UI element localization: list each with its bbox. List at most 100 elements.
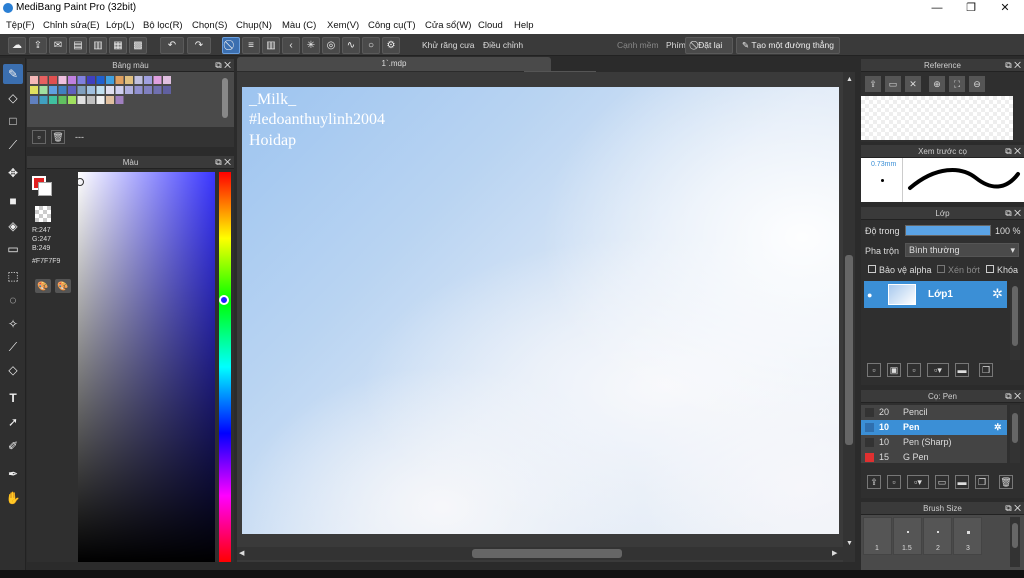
- new-brush-icon[interactable]: ▫: [887, 475, 901, 489]
- panel-close-icon[interactable]: ⧉ ✕: [1005, 502, 1021, 515]
- cross-snap-icon[interactable]: ▥: [262, 37, 280, 54]
- page-icon[interactable]: ▦: [109, 37, 127, 54]
- ellipse-snap-icon[interactable]: ○: [362, 37, 380, 54]
- straight-line-button[interactable]: ✎ Tạo một đường thẳng: [736, 37, 840, 54]
- gradient-tool-icon[interactable]: ▭: [3, 239, 23, 259]
- visibility-icon[interactable]: ●: [867, 290, 872, 300]
- reference-image[interactable]: [861, 96, 1013, 140]
- menu-filter[interactable]: Bộ lọc(R): [143, 20, 183, 31]
- palette-swatch[interactable]: [144, 76, 152, 84]
- palette-swatch[interactable]: [87, 96, 95, 104]
- palette-swatch[interactable]: [39, 86, 48, 94]
- new-layer-icon[interactable]: ▫: [867, 363, 881, 377]
- select-tool-icon[interactable]: ⬚: [3, 266, 23, 286]
- brush-item[interactable]: 15 G Pen: [861, 450, 1007, 463]
- line-tool-icon[interactable]: ⟋: [3, 135, 23, 155]
- drawing-canvas[interactable]: _Milk_ #ledoanthuylinh2004 Hoidap: [242, 87, 839, 534]
- scroll-up-icon[interactable]: ▲: [846, 76, 853, 83]
- palette-swatch[interactable]: [68, 86, 76, 94]
- transparent-color-swatch[interactable]: [35, 206, 51, 222]
- new-halftone-layer-icon[interactable]: ▣: [887, 363, 901, 377]
- palette-swatch[interactable]: [163, 86, 171, 94]
- gear-icon[interactable]: ✲: [994, 420, 1002, 435]
- parallel-snap-icon[interactable]: ≡: [242, 37, 260, 54]
- palette-swatch[interactable]: [134, 76, 143, 84]
- scroll-thumb[interactable]: [845, 255, 853, 445]
- radial-snap-icon[interactable]: ✳: [302, 37, 320, 54]
- document-icon[interactable]: ▥: [89, 37, 107, 54]
- palette-swatch[interactable]: [115, 86, 124, 94]
- horizontal-scrollbar[interactable]: ◀ ▶: [237, 547, 843, 560]
- palette-swatch[interactable]: [77, 96, 86, 104]
- palette-swatch[interactable]: [87, 86, 95, 94]
- magic-wand-tool-icon[interactable]: ✧: [3, 314, 23, 334]
- redo-icon[interactable]: ↷: [187, 37, 211, 54]
- palette-swatch[interactable]: [58, 96, 67, 104]
- text-tool-icon[interactable]: T: [3, 388, 23, 408]
- trash-icon[interactable]: 🗑: [999, 475, 1013, 489]
- hue-handle[interactable]: [219, 295, 229, 305]
- reset-button[interactable]: ⃠ Đặt lại: [685, 37, 733, 54]
- new-palette-icon[interactable]: ▫: [32, 130, 46, 144]
- operation-tool-icon[interactable]: ➚: [3, 412, 23, 432]
- eraser-tool-icon[interactable]: ◇: [3, 88, 23, 108]
- panel-close-icon[interactable]: ⧉ ✕: [1005, 145, 1021, 158]
- panel-close-icon[interactable]: ⧉ ✕: [1005, 207, 1021, 220]
- brush-tool-icon[interactable]: ✎: [3, 64, 23, 84]
- palette-swatch[interactable]: [144, 86, 152, 94]
- lasso-tool-icon[interactable]: ◌: [3, 290, 23, 310]
- palette-swatches[interactable]: [27, 72, 234, 127]
- menu-select[interactable]: Chọn(S): [192, 20, 227, 31]
- palette-swatch[interactable]: [30, 86, 38, 94]
- menu-window[interactable]: Cửa sổ(W): [425, 20, 471, 31]
- scroll-right-icon[interactable]: ▶: [832, 549, 837, 557]
- menu-layer[interactable]: Lớp(L): [106, 20, 134, 31]
- protect-alpha-checkbox[interactable]: [868, 265, 876, 273]
- layer-scrollbar[interactable]: [1010, 280, 1020, 360]
- palette-swatch[interactable]: [49, 86, 57, 94]
- fill-rect-tool-icon[interactable]: ■: [3, 191, 23, 211]
- close-icon[interactable]: ✕: [905, 76, 921, 92]
- panel-close-icon[interactable]: ⧉ ✕: [1005, 59, 1021, 72]
- duplicate-layer-icon[interactable]: ❐: [979, 363, 993, 377]
- menu-color[interactable]: Màu (C): [282, 20, 316, 31]
- menu-tools[interactable]: Công cụ(T): [368, 20, 416, 31]
- menu-edit[interactable]: Chỉnh sửa(E): [43, 20, 100, 31]
- undo-icon[interactable]: ↶: [160, 37, 184, 54]
- select-pen-tool-icon[interactable]: ⟋: [3, 337, 23, 357]
- menu-file[interactable]: Tệp(F): [6, 20, 35, 31]
- palette-swatch[interactable]: [134, 86, 143, 94]
- new-1bit-layer-icon[interactable]: ▫: [907, 363, 921, 377]
- hue-slider[interactable]: [219, 172, 231, 562]
- upload-icon[interactable]: ⇪: [865, 76, 881, 92]
- comment-icon[interactable]: ✉: [49, 37, 67, 54]
- palette-swatch[interactable]: [96, 96, 105, 104]
- palette-swatch[interactable]: [58, 76, 67, 84]
- palette-swatch[interactable]: [30, 96, 38, 104]
- palette-swatch[interactable]: [58, 86, 67, 94]
- palette-swatch[interactable]: [87, 76, 95, 84]
- menu-view[interactable]: Xem(V): [327, 20, 359, 31]
- gear-icon[interactable]: ✲: [992, 286, 1003, 302]
- share-icon[interactable]: ⇪: [29, 37, 47, 54]
- palette-swatch[interactable]: [153, 86, 162, 94]
- palette-swatch[interactable]: [96, 86, 105, 94]
- palette-swatch[interactable]: [68, 76, 76, 84]
- menu-capture[interactable]: Chụp(N): [236, 20, 272, 31]
- menu-help[interactable]: Help: [514, 20, 534, 31]
- brush-size-cell[interactable]: 2: [923, 517, 952, 555]
- cloud-brush-icon[interactable]: ⇪: [867, 475, 881, 489]
- brush-size-cell[interactable]: 3: [953, 517, 982, 555]
- palette-add-icon[interactable]: 🎨: [35, 279, 51, 293]
- fit-icon[interactable]: ⛶: [949, 76, 965, 92]
- cloud-icon[interactable]: ☁: [8, 37, 26, 54]
- folder-icon[interactable]: ▬: [955, 475, 969, 489]
- folder-icon[interactable]: ▭: [885, 76, 901, 92]
- grid-icon[interactable]: ▩: [129, 37, 147, 54]
- palette-swatch[interactable]: [125, 76, 133, 84]
- palette-swatch[interactable]: [39, 96, 48, 104]
- palette-swatch[interactable]: [106, 96, 114, 104]
- menu-cloud[interactable]: Cloud: [478, 20, 503, 31]
- move-tool-icon[interactable]: ✥: [3, 163, 23, 183]
- palette-swatch[interactable]: [96, 76, 105, 84]
